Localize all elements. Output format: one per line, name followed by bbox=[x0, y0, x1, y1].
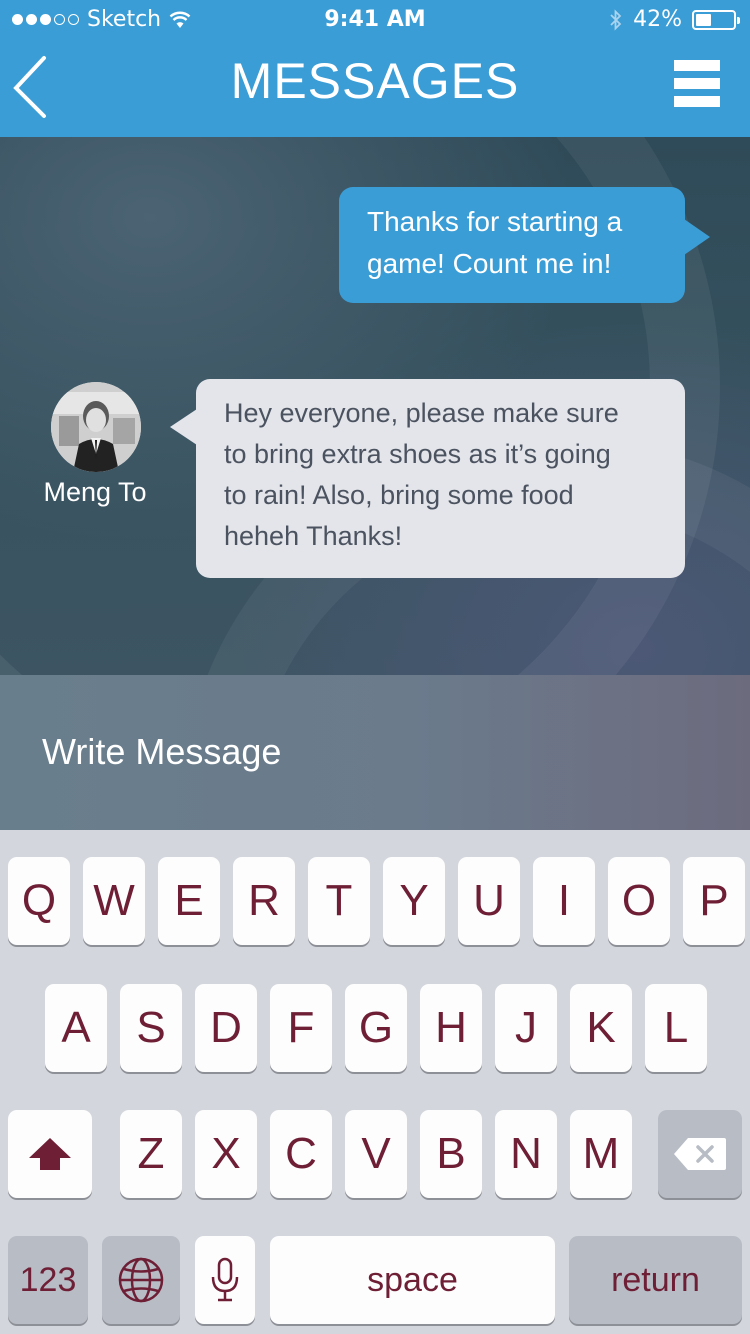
key-b[interactable]: B bbox=[420, 1110, 482, 1198]
key-g[interactable]: G bbox=[345, 984, 407, 1072]
key-j[interactable]: J bbox=[495, 984, 557, 1072]
key-a[interactable]: A bbox=[45, 984, 107, 1072]
globe-key[interactable] bbox=[102, 1236, 180, 1324]
backspace-icon bbox=[674, 1138, 726, 1170]
key-s[interactable]: S bbox=[120, 984, 182, 1072]
message-line: heheh Thanks! bbox=[224, 521, 403, 551]
person-photo-icon bbox=[51, 382, 141, 472]
key-x[interactable]: X bbox=[195, 1110, 257, 1198]
globe-icon bbox=[118, 1257, 164, 1303]
key-e[interactable]: E bbox=[158, 857, 220, 945]
key-u[interactable]: U bbox=[458, 857, 520, 945]
key-y[interactable]: Y bbox=[383, 857, 445, 945]
dictation-key[interactable] bbox=[195, 1236, 255, 1324]
bluetooth-icon bbox=[610, 8, 622, 31]
key-f[interactable]: F bbox=[270, 984, 332, 1072]
battery-icon bbox=[692, 9, 740, 30]
return-key[interactable]: return bbox=[569, 1236, 742, 1324]
key-v[interactable]: V bbox=[345, 1110, 407, 1198]
key-r[interactable]: R bbox=[233, 857, 295, 945]
microphone-icon bbox=[211, 1257, 239, 1302]
key-q[interactable]: Q bbox=[8, 857, 70, 945]
message-line: to bring extra shoes as it’s going bbox=[224, 439, 611, 469]
avatar[interactable] bbox=[51, 382, 141, 472]
key-n[interactable]: N bbox=[495, 1110, 557, 1198]
message-bubble-outgoing[interactable]: Thanks for starting a game! Count me in! bbox=[339, 187, 685, 303]
key-d[interactable]: D bbox=[195, 984, 257, 1072]
key-m[interactable]: M bbox=[570, 1110, 632, 1198]
key-l[interactable]: L bbox=[645, 984, 707, 1072]
battery-percent: 42% bbox=[633, 7, 682, 32]
status-right: 42% bbox=[609, 7, 740, 32]
space-key[interactable]: space bbox=[270, 1236, 555, 1324]
key-i[interactable]: I bbox=[533, 857, 595, 945]
numbers-key[interactable]: 123 bbox=[8, 1236, 88, 1324]
message-line: game! Count me in! bbox=[367, 248, 612, 279]
key-z[interactable]: Z bbox=[120, 1110, 182, 1198]
message-line: to rain! Also, bring some food bbox=[224, 480, 574, 510]
message-bubble-incoming[interactable]: Hey everyone, please make sure to bring … bbox=[196, 379, 685, 578]
status-bar: Sketch 9:41 AM 42% bbox=[0, 0, 750, 40]
chat-area[interactable]: Thanks for starting a game! Count me in!… bbox=[0, 137, 750, 675]
sender-name: Meng To bbox=[43, 477, 147, 507]
shift-key[interactable] bbox=[8, 1110, 92, 1198]
menu-button[interactable] bbox=[674, 60, 722, 108]
key-o[interactable]: O bbox=[608, 857, 670, 945]
header: Sketch 9:41 AM 42% MESSAGES bbox=[0, 0, 750, 137]
page-title: MESSAGES bbox=[230, 53, 520, 109]
message-line: Hey everyone, please make sure bbox=[224, 398, 619, 428]
key-t[interactable]: T bbox=[308, 857, 370, 945]
keyboard: Q W E R T Y U I O P A S D F G H J K L Z … bbox=[0, 830, 750, 1334]
key-p[interactable]: P bbox=[683, 857, 745, 945]
message-input[interactable] bbox=[42, 727, 702, 777]
backspace-key[interactable] bbox=[658, 1110, 742, 1198]
bubble-tail bbox=[684, 219, 710, 255]
key-k[interactable]: K bbox=[570, 984, 632, 1072]
message-composer bbox=[0, 675, 750, 830]
key-w[interactable]: W bbox=[83, 857, 145, 945]
message-line: Thanks for starting a bbox=[367, 206, 623, 237]
key-h[interactable]: H bbox=[420, 984, 482, 1072]
key-c[interactable]: C bbox=[270, 1110, 332, 1198]
shift-arrow-icon bbox=[29, 1138, 71, 1170]
bubble-tail bbox=[170, 409, 197, 445]
